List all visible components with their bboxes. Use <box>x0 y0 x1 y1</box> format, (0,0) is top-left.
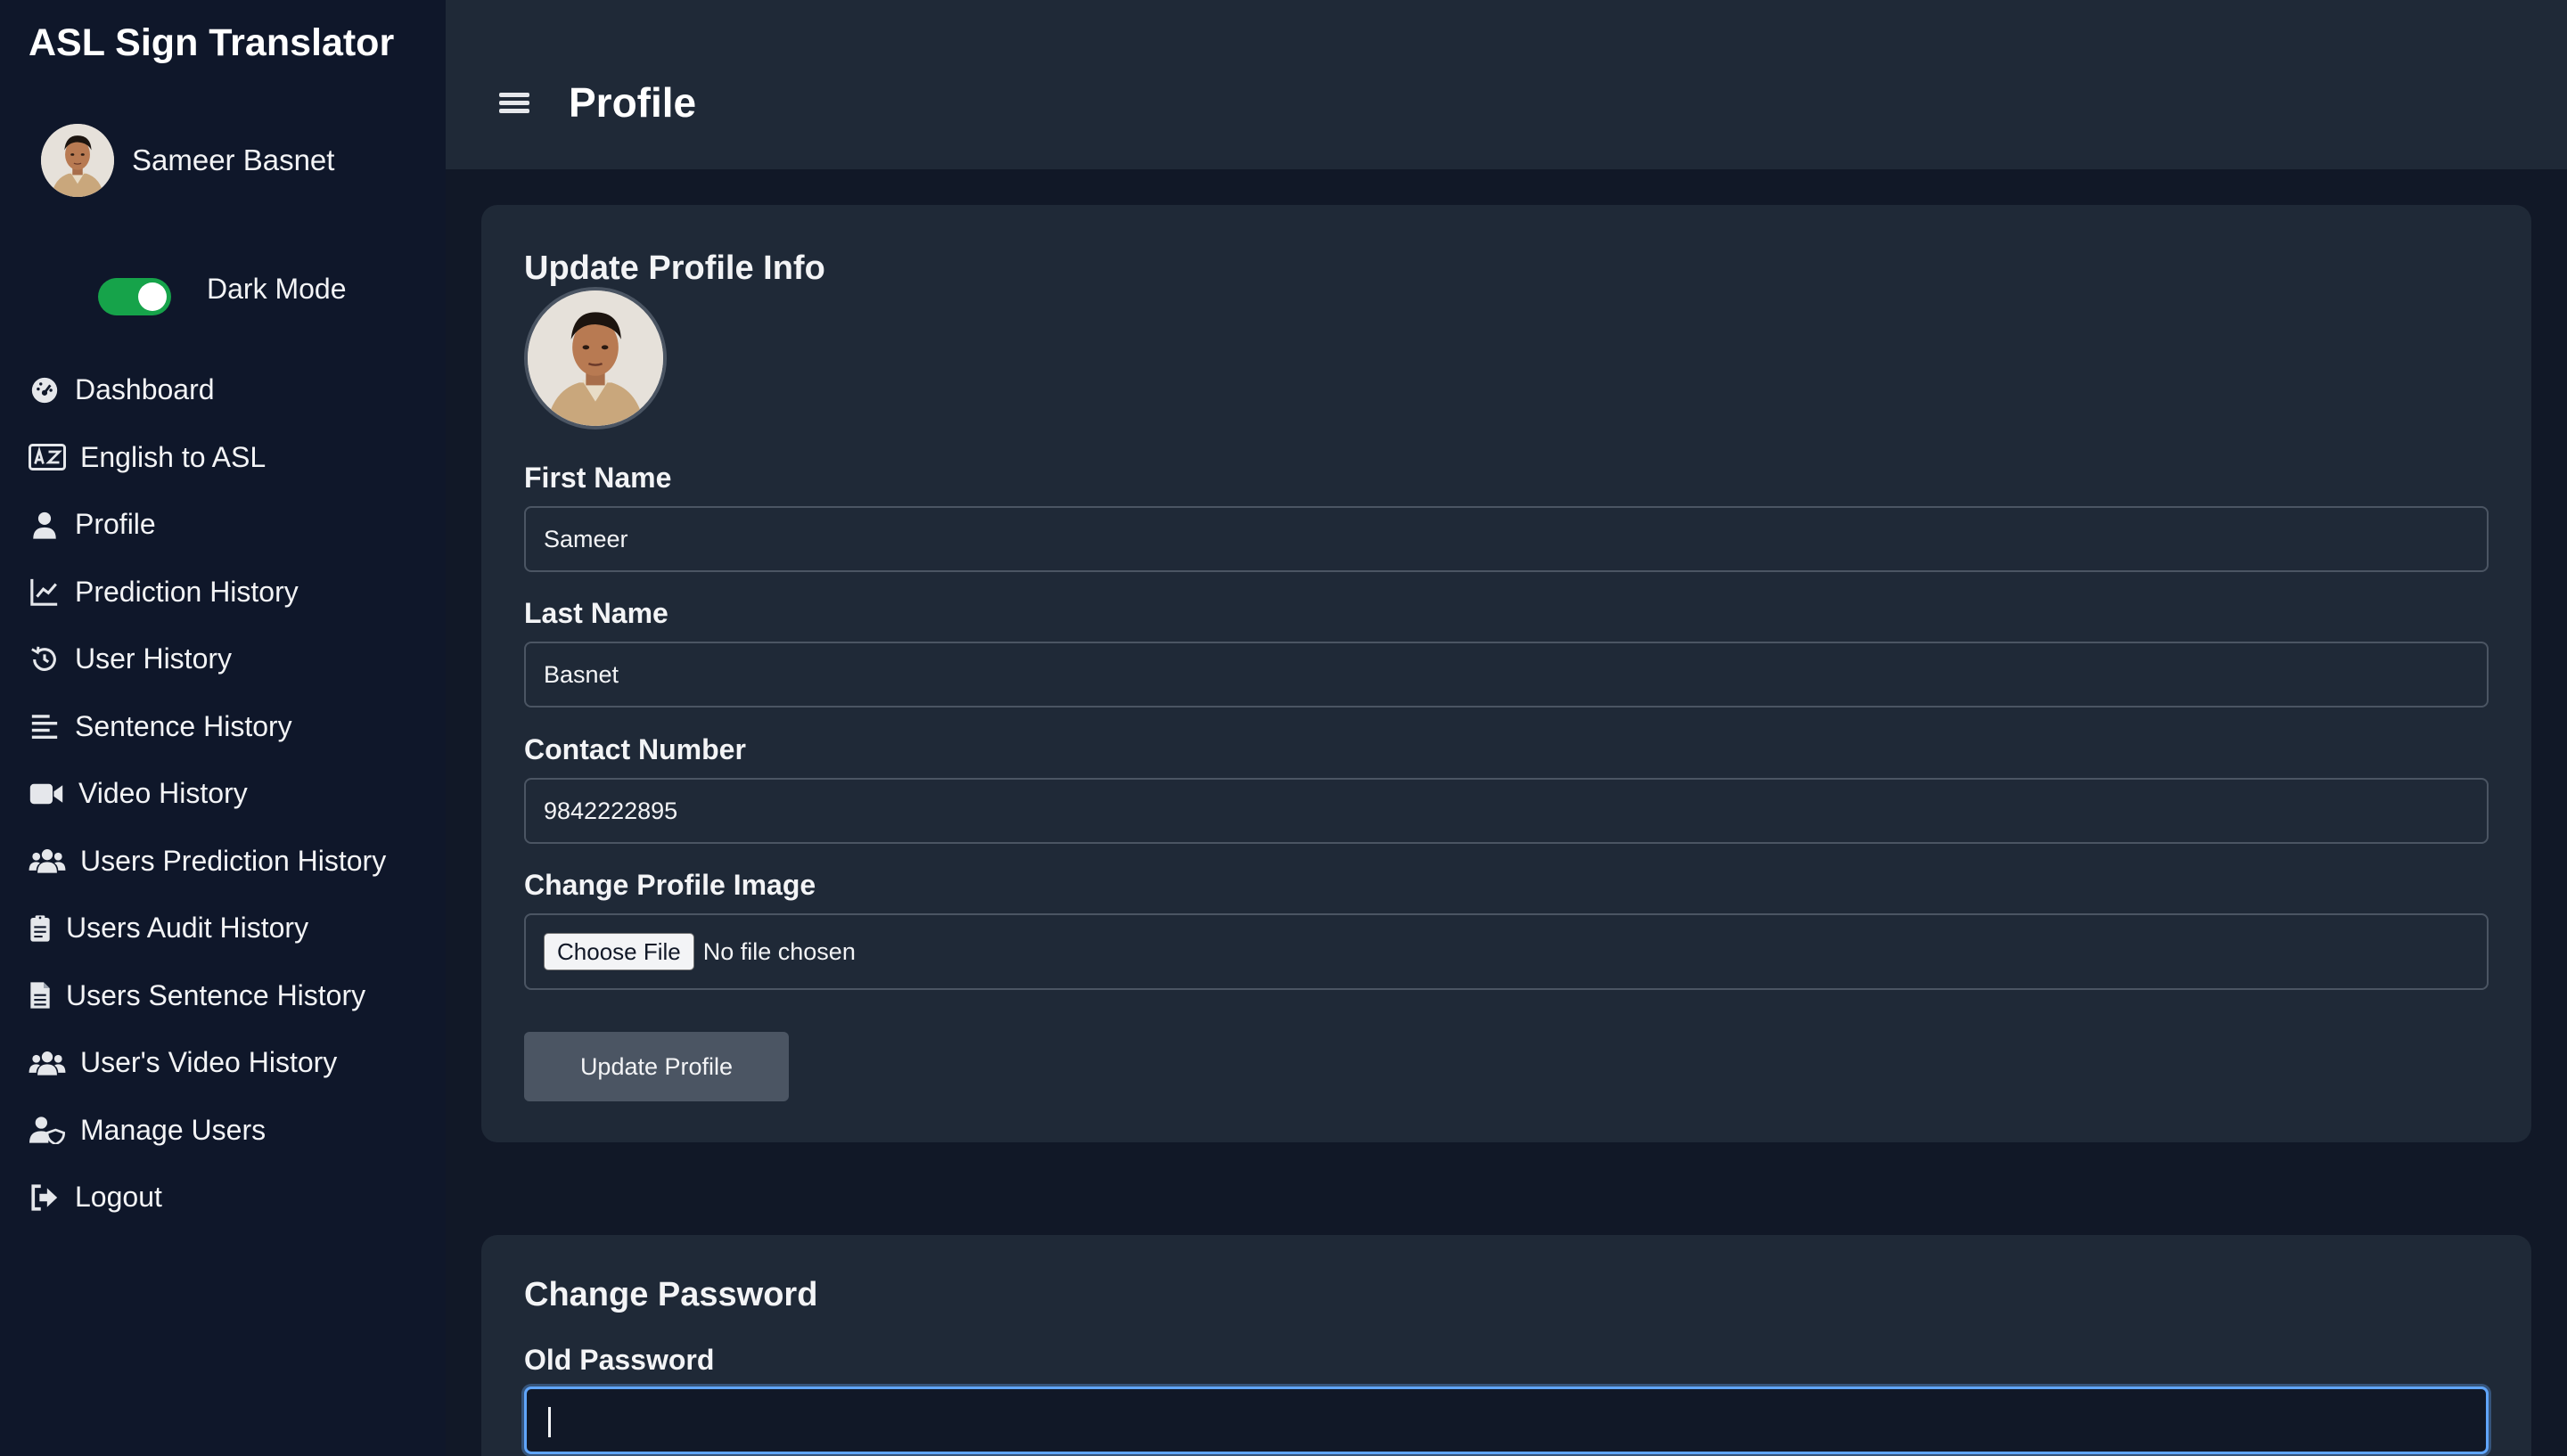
contact-number-input[interactable] <box>524 778 2489 844</box>
sidebar-item-user-history[interactable]: User History <box>27 626 437 693</box>
sidebar-item-sentence-history[interactable]: Sentence History <box>27 693 437 761</box>
user-icon <box>27 507 62 543</box>
sidebar-item-prediction-history[interactable]: Prediction History <box>27 559 437 626</box>
menu-toggle-icon[interactable] <box>499 89 529 116</box>
sidebar-item-users-sentence-history[interactable]: Users Sentence History <box>27 962 437 1030</box>
file-text-icon <box>27 977 53 1013</box>
text-caret <box>548 1407 551 1437</box>
dashboard-icon <box>27 372 62 408</box>
users-icon <box>27 843 68 879</box>
sidebar-item-label: Users Prediction History <box>80 844 387 877</box>
sidebar-item-label: Logout <box>75 1181 162 1214</box>
top-bar: Profile <box>446 0 2567 169</box>
sidebar-item-dashboard[interactable]: Dashboard <box>27 356 437 424</box>
profile-image-file-input: Choose File No file chosen <box>524 913 2489 990</box>
first-name-label: First Name <box>524 462 672 494</box>
app-brand: ASL Sign Translator <box>29 21 395 64</box>
sidebar-item-users-video-history[interactable]: User's Video History <box>27 1029 437 1097</box>
old-password-label: Old Password <box>524 1344 715 1376</box>
sidebar-item-label: Users Sentence History <box>66 978 366 1011</box>
update-profile-card: Update Profile Info First Name Last Name… <box>481 205 2531 1142</box>
file-status-text: No file chosen <box>702 937 856 965</box>
contact-number-label: Contact Number <box>524 733 746 765</box>
sidebar: ASL Sign Translator Sameer Basnet Dark M… <box>0 0 446 1456</box>
change-password-title: Change Password <box>524 1276 818 1313</box>
profile-avatar <box>524 287 667 429</box>
update-profile-button[interactable]: Update Profile <box>524 1032 789 1101</box>
sidebar-item-label: English to ASL <box>80 440 267 473</box>
align-left-icon <box>27 708 62 744</box>
app-root: ASL Sign Translator Sameer Basnet Dark M… <box>0 0 2567 1456</box>
users-icon <box>27 1045 68 1081</box>
update-profile-title: Update Profile Info <box>524 249 825 287</box>
sidebar-item-logout[interactable]: Logout <box>27 1164 437 1231</box>
page-title: Profile <box>569 79 697 126</box>
user-shield-icon <box>27 1112 68 1148</box>
first-name-input[interactable] <box>524 506 2489 572</box>
sidebar-item-label: Video History <box>78 777 248 810</box>
sidebar-item-label: Users Audit History <box>66 912 309 945</box>
sidebar-item-label: Prediction History <box>75 575 299 608</box>
sidebar-item-label: Manage Users <box>80 1113 267 1146</box>
change-password-card: Change Password Old Password <box>481 1235 2531 1456</box>
sidebar-item-label: Dashboard <box>75 373 215 406</box>
avatar <box>41 124 114 197</box>
dark-mode-toggle[interactable] <box>98 278 171 315</box>
sidebar-item-profile[interactable]: Profile <box>27 491 437 559</box>
sidebar-item-label: Profile <box>75 508 156 541</box>
sidebar-item-users-prediction-history[interactable]: Users Prediction History <box>27 828 437 896</box>
sidebar-item-label: User's Video History <box>80 1046 338 1079</box>
sidebar-item-label: Sentence History <box>75 709 292 742</box>
dark-mode-label: Dark Mode <box>207 272 347 305</box>
choose-file-button[interactable]: Choose File <box>544 933 694 970</box>
language-card-icon <box>27 439 68 475</box>
sidebar-nav: Dashboard English to ASL Profile Predict… <box>27 356 437 1231</box>
last-name-label: Last Name <box>524 597 668 629</box>
sidebar-item-label: User History <box>75 642 233 675</box>
video-icon <box>27 776 66 812</box>
last-name-input[interactable] <box>524 642 2489 708</box>
dark-mode-row: Dark Mode <box>98 272 347 319</box>
history-icon <box>27 642 62 677</box>
sidebar-item-video-history[interactable]: Video History <box>27 760 437 828</box>
sidebar-item-manage-users[interactable]: Manage Users <box>27 1097 437 1165</box>
sidebar-item-users-audit-history[interactable]: Users Audit History <box>27 895 437 962</box>
old-password-input[interactable] <box>524 1386 2489 1454</box>
line-chart-icon <box>27 574 62 609</box>
sidebar-user-name: Sameer Basnet <box>132 143 335 176</box>
toggle-knob <box>138 282 167 311</box>
logout-icon <box>27 1180 62 1215</box>
sidebar-item-english-to-asl[interactable]: English to ASL <box>27 424 437 492</box>
sidebar-user: Sameer Basnet <box>41 123 334 198</box>
profile-image-label: Change Profile Image <box>524 869 816 901</box>
clipboard-icon <box>27 911 53 946</box>
